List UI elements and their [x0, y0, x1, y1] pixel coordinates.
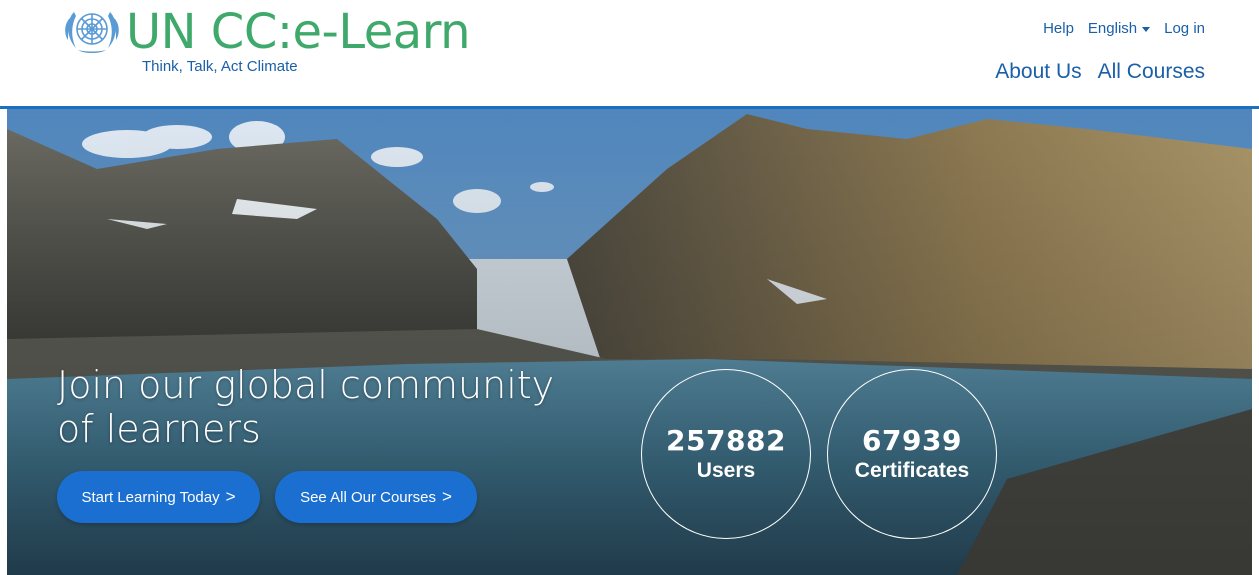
chevron-right-icon: >	[441, 487, 452, 506]
chevron-right-icon: >	[225, 487, 236, 506]
all-courses-link[interactable]: All Courses	[1098, 60, 1205, 84]
site-logo[interactable]: UN CC:e-Learn Think, Talk, Act Climate	[60, 4, 471, 75]
about-us-link[interactable]: About Us	[995, 60, 1081, 84]
see-all-courses-label: See All Our Courses	[300, 488, 436, 506]
brand-tagline: Think, Talk, Act Climate	[142, 58, 298, 75]
main-nav: About Us All Courses	[995, 60, 1205, 84]
language-label: English	[1087, 20, 1138, 37]
brand-name: UN CC:e-Learn	[126, 4, 471, 60]
language-dropdown[interactable]: English	[1087, 20, 1151, 37]
hero-heading-line1: Join our global community	[57, 363, 555, 407]
certificates-label: Certificates	[854, 459, 970, 482]
see-all-courses-button[interactable]: See All Our Courses >	[275, 471, 477, 523]
login-link[interactable]: Log in	[1164, 20, 1205, 37]
hero-heading: Join our global community of learners	[57, 363, 617, 451]
hero-banner: Join our global community of learners St…	[7, 109, 1252, 575]
certificates-stat-circle: 67939 Certificates	[827, 369, 997, 539]
site-header: UN CC:e-Learn Think, Talk, Act Climate H…	[0, 0, 1259, 106]
certificates-count: 67939	[862, 424, 962, 457]
users-label: Users	[696, 459, 756, 482]
start-learning-button[interactable]: Start Learning Today >	[57, 471, 260, 523]
users-stat-circle: 257882 Users	[641, 369, 811, 539]
hero-heading-line2: of learners	[57, 407, 261, 451]
users-count: 257882	[666, 424, 786, 457]
help-link[interactable]: Help	[1043, 20, 1074, 37]
start-learning-label: Start Learning Today	[81, 488, 220, 506]
un-emblem-icon	[65, 12, 119, 53]
utility-nav: Help English Log in	[1043, 20, 1205, 37]
caret-down-icon	[1142, 27, 1151, 32]
